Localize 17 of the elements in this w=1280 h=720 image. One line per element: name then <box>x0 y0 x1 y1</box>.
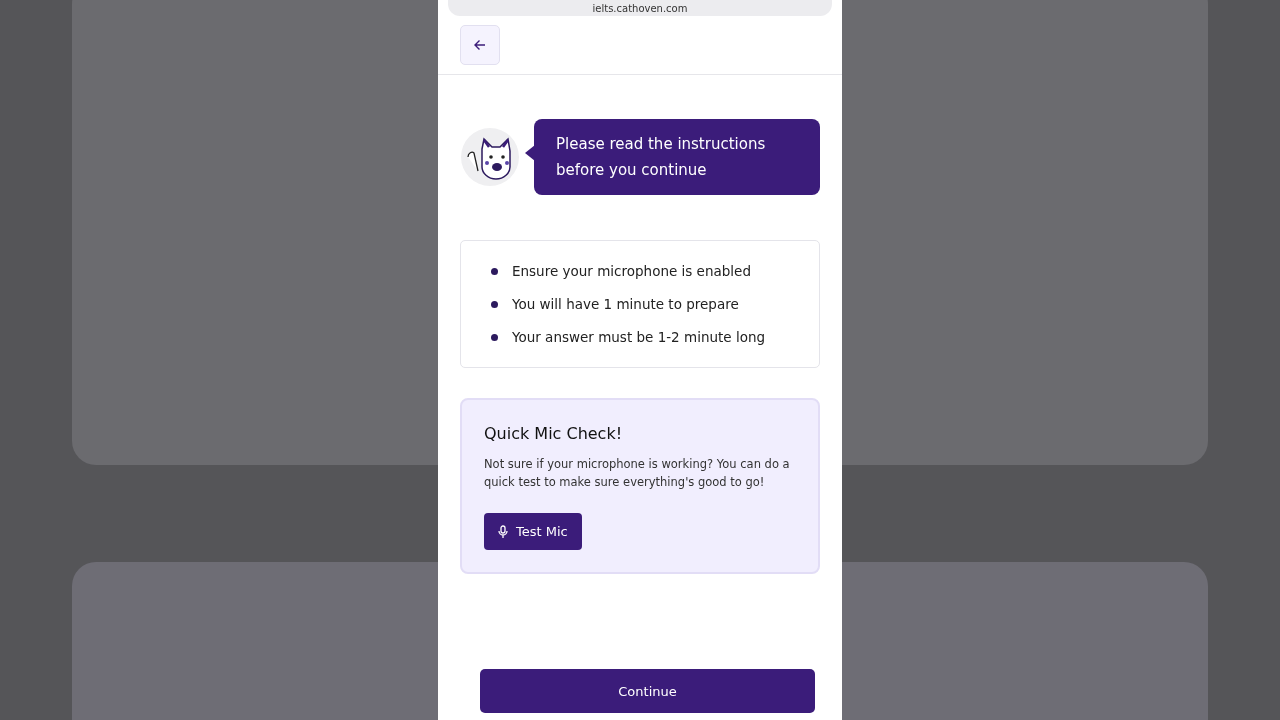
bullet-dot <box>491 267 498 275</box>
microphone-icon <box>498 524 508 539</box>
instruction-text: You will have 1 minute to prepare <box>512 296 739 312</box>
instruction-text: Your answer must be 1-2 minute long <box>512 329 766 345</box>
bullet-dot <box>491 333 498 341</box>
bubble-tail <box>525 145 535 161</box>
url-text: ielts.cathoven.com <box>592 2 688 14</box>
bullet-dot <box>491 300 498 308</box>
back-button[interactable] <box>460 25 500 65</box>
back-arrow-icon <box>474 39 486 51</box>
test-mic-button[interactable]: Test Mic <box>484 513 582 550</box>
continue-button[interactable]: Continue <box>480 669 815 713</box>
mic-check-text: Not sure if your microphone is working? You can do a quick test to make sure everything's good to go! <box>484 456 791 491</box>
instruction-text: Ensure your microphone is enabled <box>512 263 751 279</box>
cat-mascot-icon <box>460 127 520 187</box>
mic-check-title: Quick Mic Check! <box>484 424 624 443</box>
address-bar[interactable]: ielts.cathoven.com <box>448 0 832 16</box>
